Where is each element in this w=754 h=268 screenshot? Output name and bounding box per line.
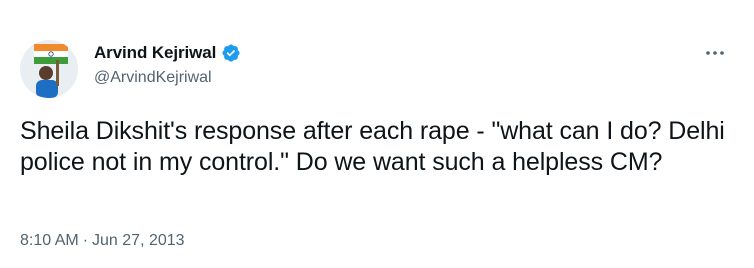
more-options-icon[interactable] <box>700 43 730 63</box>
avatar[interactable] <box>20 40 78 98</box>
tweet-text: Sheila Dikshit's response after each rap… <box>20 117 725 176</box>
timestamp-separator: · <box>82 232 89 249</box>
tweet-time[interactable]: 8:10 AM <box>20 232 79 250</box>
avatar-image <box>20 40 78 98</box>
tweet-card: Arvind Kejriwal @ArvindKejriwal Sheila D… <box>0 0 754 268</box>
author-handle[interactable]: @ArvindKejriwal <box>94 69 212 87</box>
verified-badge-icon[interactable] <box>221 43 241 63</box>
tweet-date[interactable]: Jun 27, 2013 <box>92 232 185 250</box>
author-name-row: Arvind Kejriwal <box>94 43 241 63</box>
tweet-timestamp: 8:10 AM · Jun 27, 2013 <box>20 232 185 250</box>
author-display-name[interactable]: Arvind Kejriwal <box>94 43 216 63</box>
